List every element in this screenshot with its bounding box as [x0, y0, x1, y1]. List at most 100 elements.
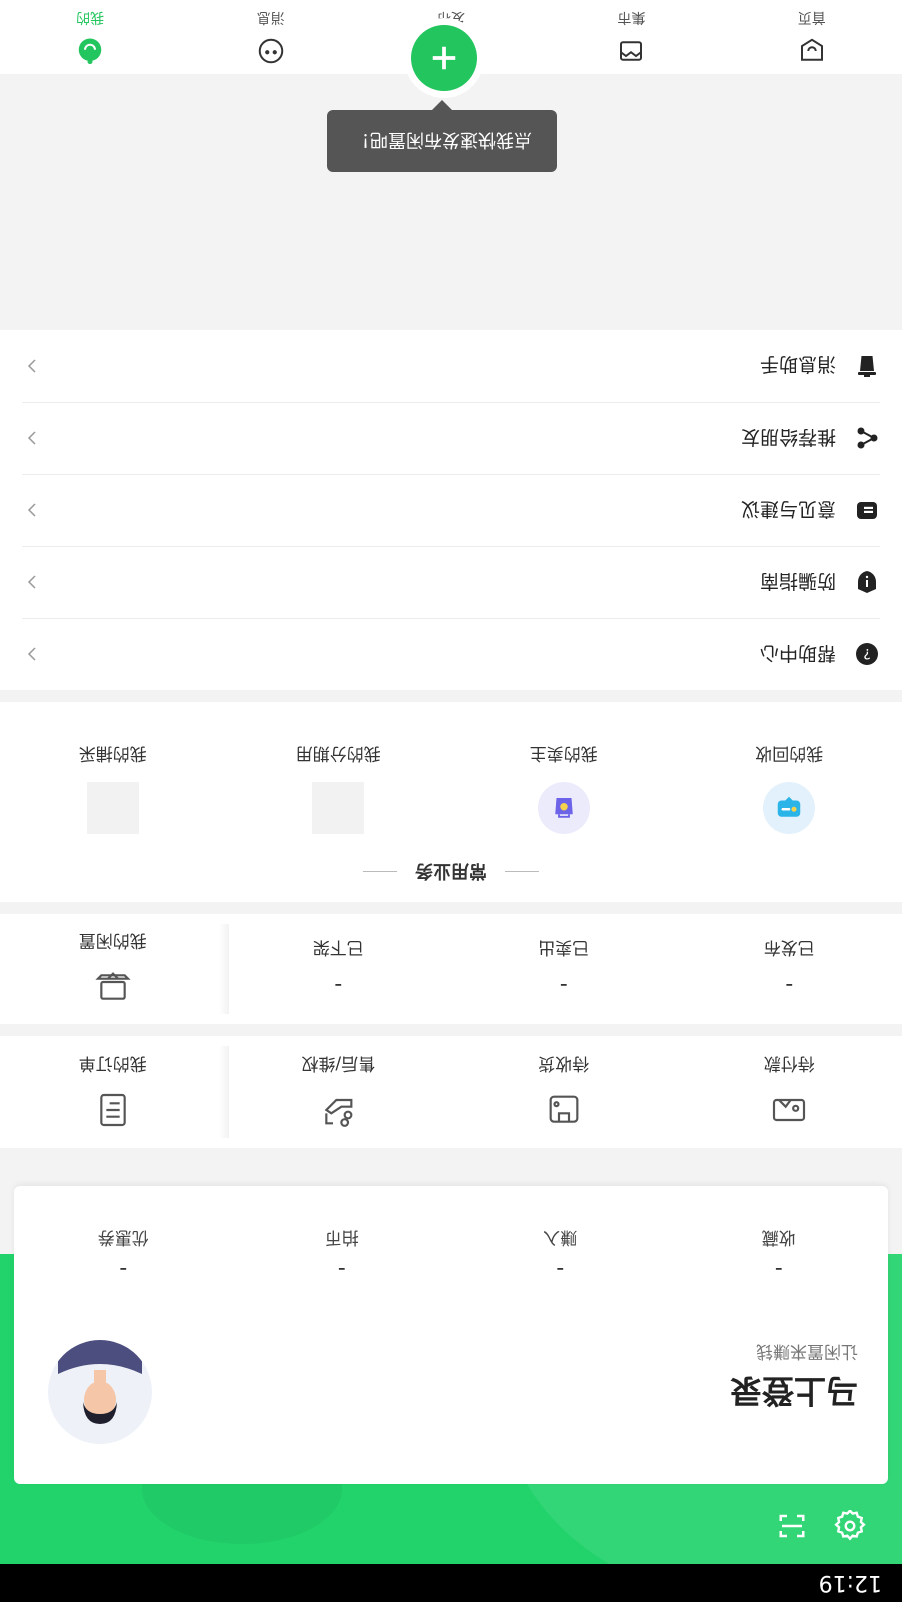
tab-label: 首页: [797, 9, 826, 25]
services-title: 常用业务: [0, 842, 902, 902]
tab-label: 我的: [76, 9, 105, 25]
avatar[interactable]: [48, 1340, 152, 1444]
pending-payment-button[interactable]: 待付款: [677, 1036, 902, 1148]
chevron-right-icon: [22, 501, 42, 521]
service-label: 我的回收: [755, 743, 824, 763]
pending-receipt-button[interactable]: 待收货: [451, 1036, 677, 1148]
tab-messages[interactable]: 消息: [180, 0, 360, 74]
stat-value: -: [556, 1257, 565, 1282]
menu-message-assistant[interactable]: 消息助手: [22, 330, 880, 402]
menu-feedback[interactable]: 意见与建议: [22, 474, 880, 546]
laptop-icon: [93, 964, 133, 1008]
scan-icon[interactable]: [772, 1506, 812, 1546]
svg-text:?: ?: [863, 646, 870, 662]
stat-label: 拍币: [324, 1227, 359, 1247]
grid-label: 我的订单: [78, 1053, 147, 1074]
profile-icon: [75, 32, 105, 66]
placeholder-image: [86, 782, 139, 834]
grid-label: 待付款: [763, 1053, 815, 1074]
stat-value: -: [119, 1257, 128, 1282]
wallet-icon: [769, 1087, 809, 1131]
stat-coins[interactable]: - 拍币: [233, 1206, 452, 1286]
home-icon: [797, 32, 827, 66]
my-recycle-button[interactable]: 我的回收: [677, 722, 902, 842]
plus-icon: [411, 25, 477, 91]
grid-value: -: [785, 973, 794, 999]
service-label: 我的捕采: [78, 743, 147, 763]
stat-label: 赚入: [543, 1227, 578, 1247]
login-title[interactable]: 马上登录: [730, 1370, 858, 1416]
shield-icon: [854, 570, 880, 596]
services-title-text: 常用业务: [415, 860, 487, 881]
services-section: 常用业务 我的回收 我的卖主 我的分期用 我的捕采: [0, 702, 902, 902]
trash-icon: [854, 353, 880, 379]
settings-icon[interactable]: [830, 1506, 870, 1546]
publish-tooltip: 点我快速发布闲置吧！: [327, 110, 557, 172]
stat-label: 收藏: [761, 1227, 796, 1247]
tab-label: 消息: [256, 9, 285, 25]
stat-label: 优惠券: [97, 1227, 149, 1247]
divider: [505, 871, 539, 873]
share-icon: [854, 426, 880, 452]
grid-label: 我的闲置: [78, 930, 147, 951]
menu-help-center[interactable]: ? 帮助中心: [22, 618, 880, 690]
sold-button[interactable]: - 已卖出: [451, 914, 677, 1024]
grid-label: 已下架: [312, 937, 364, 958]
grid-value: -: [559, 973, 568, 999]
stat-earnings[interactable]: - 赚入: [451, 1206, 670, 1286]
my-installment-button[interactable]: 我的分期用: [226, 722, 452, 842]
grid-label: 售后/维权: [301, 1053, 376, 1074]
after-sale-button[interactable]: 售后/维权: [226, 1036, 452, 1148]
message-icon: [256, 32, 286, 66]
package-icon: [544, 1087, 584, 1131]
tab-profile[interactable]: 我的: [0, 0, 180, 74]
my-orders-button[interactable]: 我的订单: [0, 1036, 226, 1148]
chevron-right-icon: [22, 573, 42, 593]
profile-card: 马上登录 让闲置来赚钱 - 收藏 - 赚入 - 拍币 - 优惠券: [14, 1186, 888, 1484]
menu-label: 意见与建议: [740, 498, 836, 520]
chevron-right-icon: [22, 645, 42, 665]
my-seller-button[interactable]: 我的卖主: [451, 722, 677, 842]
help-icon: ?: [854, 642, 880, 668]
publish-button[interactable]: [404, 18, 484, 98]
service-label: 我的卖主: [529, 743, 598, 763]
my-purchase-button[interactable]: 我的捕采: [0, 722, 226, 842]
stat-value: -: [337, 1257, 346, 1282]
tooltip-text: 点我快速发布闲置吧！: [352, 129, 532, 150]
status-bar: 12:19: [0, 1564, 902, 1602]
feedback-icon: [854, 498, 880, 524]
grid-label: 已发布: [763, 937, 815, 958]
profile-stats: - 收藏 - 赚入 - 拍币 - 优惠券: [14, 1206, 888, 1286]
menu-label: 推荐给朋友: [740, 426, 836, 448]
my-idle-items-button[interactable]: 我的闲置: [0, 914, 226, 1024]
service-label: 我的分期用: [295, 743, 381, 763]
published-button[interactable]: - 已发布: [677, 914, 902, 1024]
order-list-icon: [93, 1087, 133, 1131]
menu-anti-fraud[interactable]: 防骗指南: [22, 546, 880, 618]
menu-recommend-friends[interactable]: 推荐给朋友: [22, 402, 880, 474]
chevron-right-icon: [22, 429, 42, 449]
market-icon: [616, 32, 646, 66]
grid-label: 待收货: [538, 1053, 590, 1074]
menu-label: 消息助手: [759, 353, 836, 376]
recycle-screen-icon: [763, 782, 816, 834]
divider: [363, 871, 397, 873]
seller-bag-icon: [537, 782, 590, 834]
placeholder-image: [312, 782, 365, 834]
app-screen: 12:19 马上登录 让闲置来赚钱 - 收藏 - 赚入 - 拍币 - 优惠券 待…: [0, 0, 902, 1602]
tab-market[interactable]: 集市: [541, 0, 721, 74]
tab-home[interactable]: 首页: [722, 0, 902, 74]
stat-favorites[interactable]: - 收藏: [670, 1206, 889, 1286]
tab-label: 集市: [617, 9, 646, 25]
login-subtitle: 让闲置来赚钱: [756, 1341, 858, 1361]
status-time: 12:19: [818, 1570, 882, 1596]
chevron-right-icon: [22, 356, 42, 376]
settings-menu: ? 帮助中心 防骗指南 意见与建议 推荐给朋友 消息助手: [0, 330, 902, 690]
buying-section: 待付款 待收货 售后/维权 我的订单: [0, 1036, 902, 1148]
removed-button[interactable]: - 已下架: [226, 914, 452, 1024]
menu-label: 防骗指南: [759, 570, 836, 592]
stat-coupons[interactable]: - 优惠券: [14, 1206, 233, 1286]
after-sale-icon: [318, 1087, 358, 1131]
grid-label: 已卖出: [538, 937, 590, 958]
menu-label: 帮助中心: [759, 642, 836, 664]
